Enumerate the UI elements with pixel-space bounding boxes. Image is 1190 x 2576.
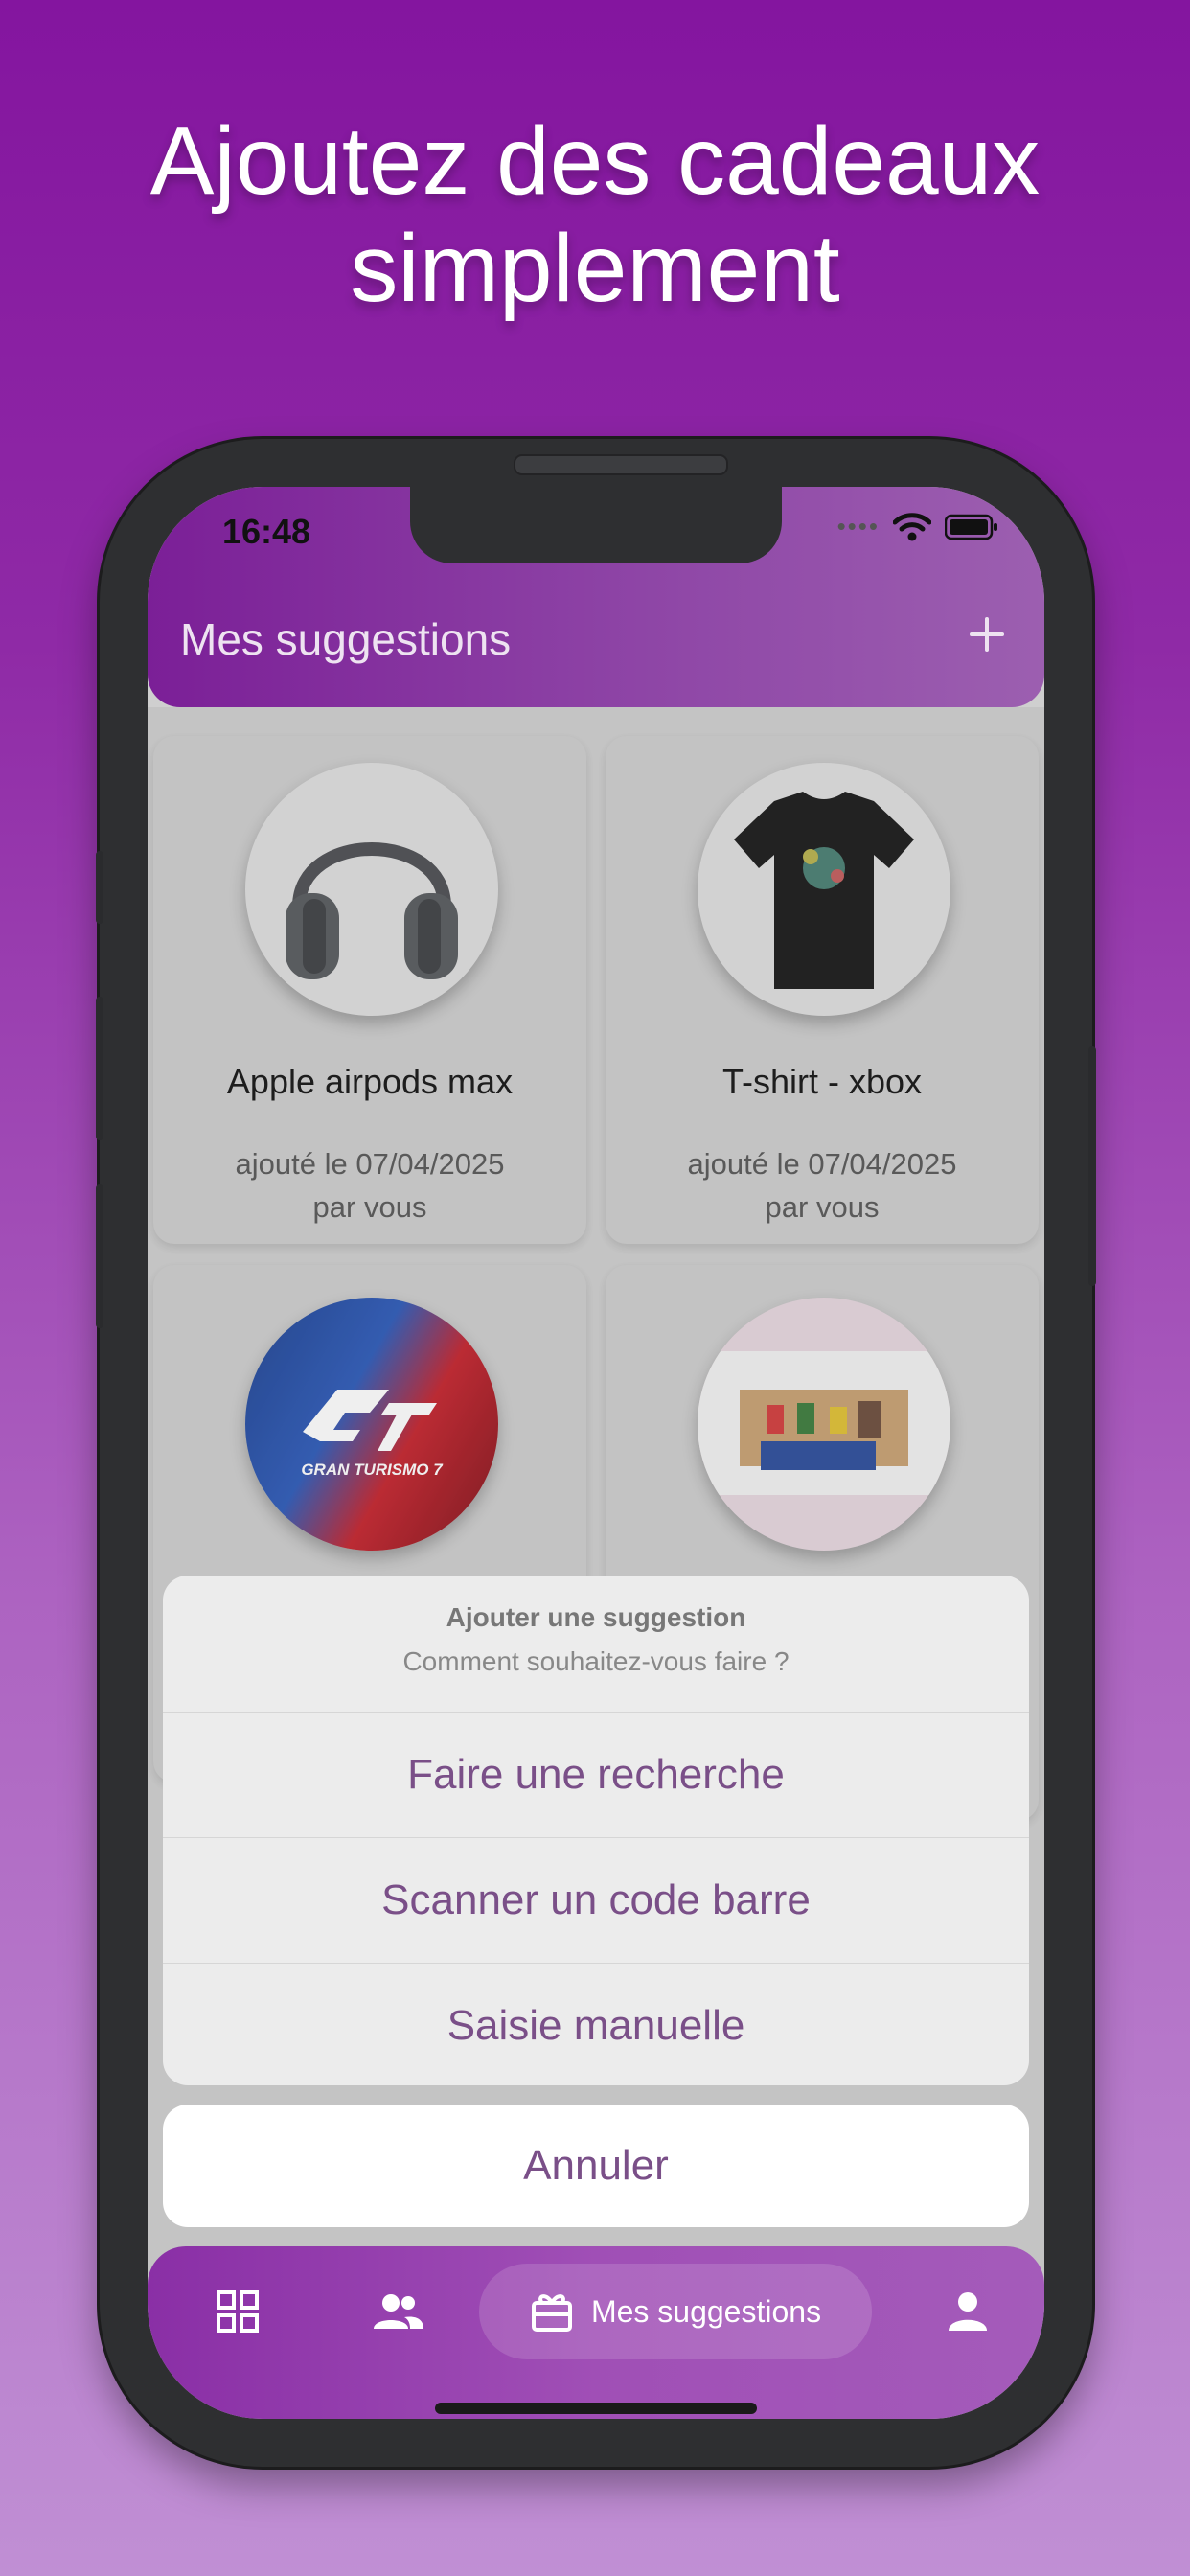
person-icon — [949, 2292, 987, 2331]
notch — [410, 487, 782, 564]
scan-barcode-option-button[interactable]: Scanner un code barre — [163, 1838, 1029, 1964]
status-icons: •••• — [837, 512, 998, 541]
nav-my-suggestions[interactable]: Mes suggestions — [479, 2264, 872, 2359]
plus-icon — [970, 617, 1004, 652]
battery-icon — [945, 514, 997, 540]
bottom-navigation: Mes suggestions — [148, 2246, 1044, 2419]
phone-speaker — [514, 454, 728, 475]
phone-mute-switch — [96, 851, 103, 924]
search-option-button[interactable]: Faire une recherche — [163, 1713, 1029, 1838]
headline-line-1: Ajoutez des cadeaux — [149, 107, 1041, 215]
phone-screen: 16:48 •••• Mes suggestions Apple airpods… — [148, 487, 1044, 2419]
nav-friends[interactable] — [345, 2264, 450, 2359]
nav-my-suggestions-label: Mes suggestions — [590, 2293, 822, 2329]
home-indicator — [435, 2403, 757, 2414]
action-sheet-subtitle: Comment souhaitez-vous faire ? — [402, 1646, 790, 1676]
cancel-button[interactable]: Annuler — [163, 2104, 1029, 2227]
signal-dots-icon: •••• — [836, 512, 880, 540]
people-icon — [374, 2294, 423, 2329]
nav-dashboard[interactable] — [190, 2264, 286, 2359]
status-time: 16:48 — [222, 512, 311, 551]
page-title: Mes suggestions — [180, 614, 512, 664]
phone-power-button — [1088, 1046, 1096, 1286]
grid-icon — [217, 2290, 259, 2333]
phone-volume-up — [96, 997, 103, 1140]
gift-icon — [531, 2294, 572, 2332]
headline-line-2: simplement — [350, 215, 840, 322]
phone-volume-down — [96, 1184, 103, 1328]
wifi-icon — [893, 512, 931, 540]
headline: Ajoutez des cadeaux simplement — [0, 107, 1190, 322]
action-sheet-title: Ajouter une suggestion — [446, 1602, 746, 1632]
add-suggestion-button[interactable] — [958, 606, 1016, 663]
action-sheet-header: Ajouter une suggestion Comment souhaitez… — [163, 1576, 1029, 1713]
manual-entry-option-button[interactable]: Saisie manuelle — [163, 1964, 1029, 2085]
nav-profile[interactable] — [920, 2264, 1016, 2359]
action-sheet: Ajouter une suggestion Comment souhaitez… — [163, 1576, 1029, 2085]
